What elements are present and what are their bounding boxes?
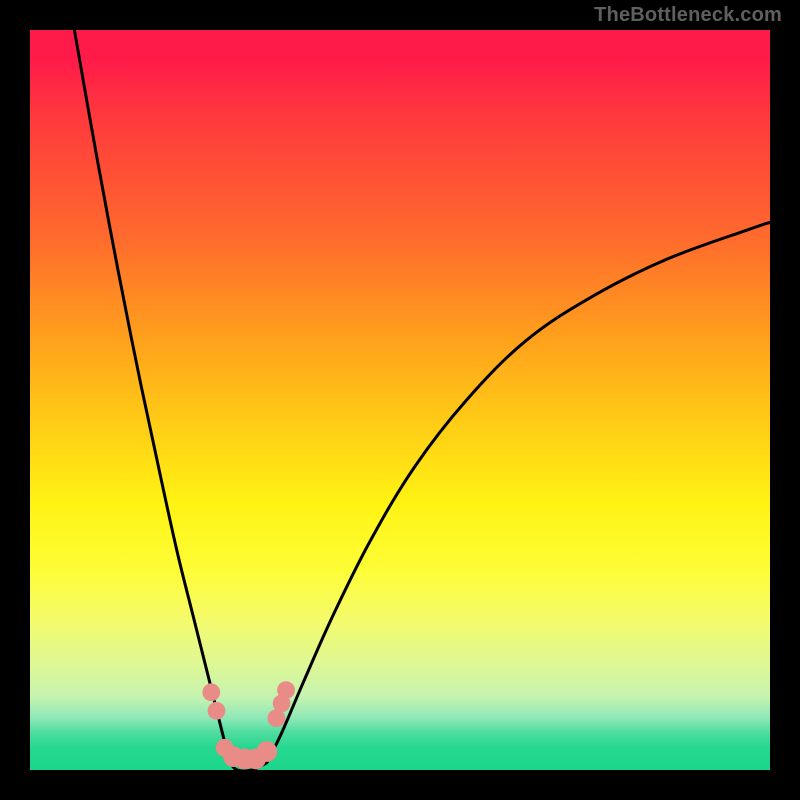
- curve-right-branch: [267, 222, 770, 762]
- attribution-label: TheBottleneck.com: [594, 4, 782, 27]
- chart-frame: TheBottleneck.com: [0, 0, 800, 800]
- marker-dot: [202, 683, 220, 701]
- curves-svg: [30, 30, 770, 770]
- curve-left-branch: [74, 30, 229, 763]
- plot-area: [30, 30, 770, 770]
- marker-dot: [256, 741, 277, 762]
- marker-dot: [208, 702, 226, 720]
- marker-dot: [277, 681, 295, 699]
